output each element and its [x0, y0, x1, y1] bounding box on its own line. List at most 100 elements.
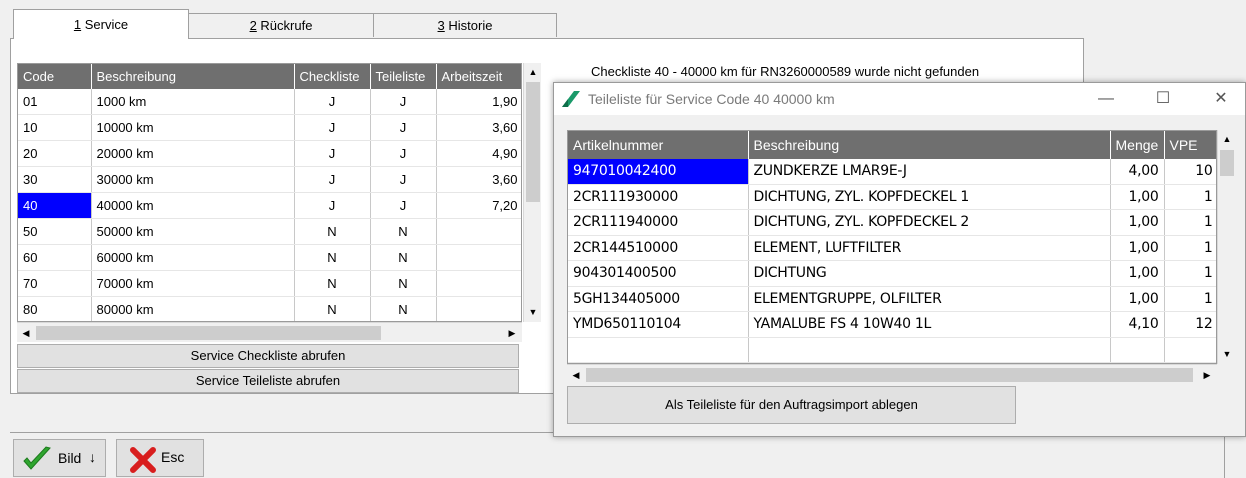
- table-row[interactable]: 10 10000 km J J 3,60: [18, 114, 521, 141]
- col-header-code[interactable]: Code: [18, 64, 92, 89]
- col-header-teileliste[interactable]: Teileliste: [370, 64, 437, 89]
- cell-check: J: [294, 114, 371, 141]
- cell-time: [436, 270, 521, 297]
- cell-code: 40: [18, 192, 92, 219]
- table-row-empty[interactable]: [568, 337, 1216, 363]
- scroll-right-icon[interactable]: ▶: [504, 325, 520, 341]
- table-row[interactable]: YMD650110104 YAMALUBE FS 4 10W40 1L 4,10 12: [568, 311, 1216, 338]
- table-row-selected[interactable]: 40 40000 km J J 7,20: [18, 192, 521, 219]
- table-row[interactable]: 50 50000 km N N: [18, 218, 521, 245]
- scroll-up-icon[interactable]: ▲: [525, 64, 541, 80]
- cell-code: 70: [18, 270, 92, 297]
- tab-service-label: Service: [81, 17, 129, 32]
- cell-qty: 1,00: [1110, 184, 1165, 210]
- scroll-thumb[interactable]: [586, 368, 1193, 382]
- service-grid-vscrollbar[interactable]: ▲ ▼: [523, 63, 541, 322]
- cell-desc: 80000 km: [91, 296, 295, 321]
- col-header-artikelnummer[interactable]: Artikelnummer: [568, 131, 749, 159]
- tab-rueckrufe-label: Rückrufe: [256, 18, 313, 33]
- col-header-beschreibung[interactable]: Beschreibung: [748, 131, 1111, 159]
- tab-service[interactable]: 1 Service: [13, 9, 189, 39]
- cell-desc: 10000 km: [91, 114, 295, 141]
- cell-qty: 1,00: [1110, 209, 1165, 236]
- tab-rueckrufe[interactable]: 2 Rückrufe: [188, 13, 374, 37]
- scroll-thumb[interactable]: [36, 326, 381, 340]
- cell-parts: N: [370, 270, 437, 297]
- cell-vpe: 1: [1164, 286, 1216, 312]
- tab-historie-mnemonic: 3: [437, 18, 445, 33]
- cell-vpe: 10: [1164, 159, 1216, 185]
- parts-grid-vscrollbar[interactable]: ▲ ▼: [1217, 130, 1235, 364]
- scroll-left-icon[interactable]: ◀: [568, 367, 584, 383]
- service-checklist-button[interactable]: Service Checkliste abrufen: [17, 344, 519, 368]
- table-row[interactable]: 01 1000 km J J 1,90: [18, 89, 521, 115]
- cell-time: 3,60: [436, 166, 521, 193]
- cell-qty: [1110, 337, 1165, 363]
- scroll-up-icon[interactable]: ▲: [1219, 131, 1235, 147]
- status-message: Checkliste 40 - 40000 km für RN326000058…: [591, 64, 980, 79]
- cell-parts: N: [370, 218, 437, 245]
- cell-article: 2CR144510000: [568, 235, 749, 261]
- scroll-right-icon[interactable]: ▶: [1199, 367, 1215, 383]
- cell-article: [568, 337, 749, 363]
- cell-check: J: [294, 140, 371, 167]
- cell-desc: ZUNDKERZE LMAR9E-J: [748, 159, 1111, 185]
- table-row[interactable]: 5GH134405000 ELEMENTGRUPPE, OLFILTER 1,00 1: [568, 286, 1216, 312]
- cell-vpe: 1: [1164, 209, 1216, 236]
- col-header-menge[interactable]: Menge: [1110, 131, 1165, 159]
- app-logo-icon: [560, 89, 582, 109]
- col-header-arbeitszeit[interactable]: Arbeitszeit: [436, 64, 521, 89]
- parts-list-window: Teileliste für Service Code 40 40000 km …: [553, 82, 1246, 437]
- cell-code: 10: [18, 114, 92, 141]
- cell-time: [436, 218, 521, 245]
- window-titlebar[interactable]: Teileliste für Service Code 40 40000 km …: [554, 83, 1245, 115]
- cell-article: 947010042400: [568, 159, 749, 185]
- cell-time: 4,90: [436, 140, 521, 167]
- cell-check: N: [294, 218, 371, 245]
- col-header-beschreibung[interactable]: Beschreibung: [91, 64, 295, 89]
- tab-historie[interactable]: 3 Historie: [373, 13, 557, 37]
- scroll-thumb[interactable]: [526, 82, 540, 202]
- cell-vpe: 12: [1164, 311, 1216, 338]
- cell-code: 80: [18, 296, 92, 321]
- cell-check: J: [294, 166, 371, 193]
- arrow-down-icon: ↓: [89, 449, 96, 465]
- table-row[interactable]: 2CR111930000 DICHTUNG, ZYL. KOPFDECKEL 11…: [568, 184, 1216, 210]
- cell-time: 1,90: [436, 89, 521, 115]
- minimize-icon[interactable]: —: [1094, 89, 1118, 109]
- cell-desc: YAMALUBE FS 4 10W40 1L: [748, 311, 1111, 338]
- table-row[interactable]: 70 70000 km N N: [18, 270, 521, 297]
- col-header-vpe[interactable]: VPE: [1164, 131, 1216, 159]
- scroll-down-icon[interactable]: ▼: [525, 304, 541, 320]
- esc-button[interactable]: Esc: [116, 439, 204, 477]
- close-icon[interactable]: ✕: [1209, 89, 1233, 109]
- table-row[interactable]: 80 80000 km N N: [18, 296, 521, 321]
- cell-check: N: [294, 296, 371, 321]
- table-row-selected[interactable]: 947010042400 ZUNDKERZE LMAR9E-J 4,00 10: [568, 159, 1216, 185]
- table-row[interactable]: 30 30000 km J J 3,60: [18, 166, 521, 193]
- cell-desc: 40000 km: [91, 192, 295, 219]
- table-row[interactable]: 904301400500 DICHTUNG 1,00 1: [568, 260, 1216, 287]
- table-row[interactable]: 2CR111940000 DICHTUNG, ZYL. KOPFDECKEL 21…: [568, 209, 1216, 236]
- cell-qty: 1,00: [1110, 260, 1165, 287]
- cell-vpe: 1: [1164, 260, 1216, 287]
- maximize-icon[interactable]: ☐: [1151, 89, 1175, 109]
- table-row[interactable]: 2CR144510000 ELEMENT, LUFTFILTER 1,00 1: [568, 235, 1216, 261]
- cell-desc: 1000 km: [91, 89, 295, 115]
- checkmark-icon: [22, 445, 52, 473]
- save-partslist-button[interactable]: Als Teileliste für den Auftragsimport ab…: [567, 386, 1016, 424]
- col-header-checkliste[interactable]: Checkliste: [294, 64, 371, 89]
- table-row[interactable]: 20 20000 km J J 4,90: [18, 140, 521, 167]
- bild-button[interactable]: Bild ↓: [13, 439, 106, 477]
- scroll-left-icon[interactable]: ◀: [18, 325, 34, 341]
- cell-vpe: [1164, 337, 1216, 363]
- cell-article: 2CR111940000: [568, 209, 749, 236]
- table-row[interactable]: 60 60000 km N N: [18, 244, 521, 271]
- service-partslist-button[interactable]: Service Teileliste abrufen: [17, 369, 519, 393]
- cell-desc: DICHTUNG, ZYL. KOPFDECKEL 1: [748, 184, 1111, 210]
- service-grid-hscrollbar[interactable]: ◀ ▶: [17, 322, 522, 342]
- scroll-down-icon[interactable]: ▼: [1219, 346, 1235, 362]
- cell-check: N: [294, 270, 371, 297]
- parts-grid-hscrollbar[interactable]: ◀ ▶: [567, 364, 1217, 384]
- scroll-thumb[interactable]: [1220, 150, 1234, 176]
